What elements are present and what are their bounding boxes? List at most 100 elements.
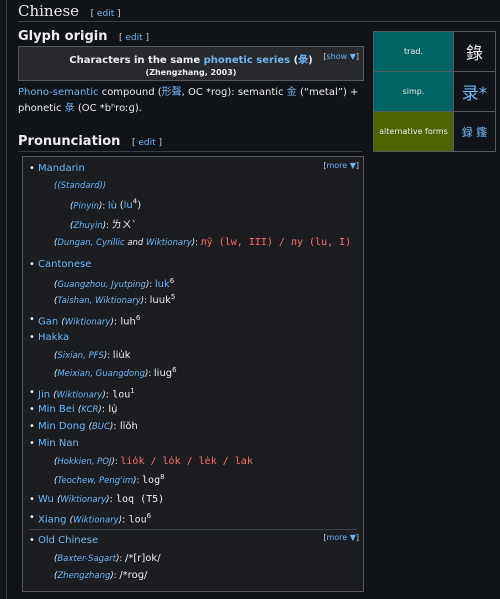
minbei-kcr[interactable]: KCR <box>81 405 98 415</box>
phono-semantic-link[interactable]: Phono-semantic <box>18 87 99 98</box>
gan-wiktionary[interactable]: Wiktionary <box>65 317 111 327</box>
glyph-origin-heading: Glyph origin [ edit ] <box>18 29 149 44</box>
pronunciation-box: [more ▼] • Mandarin ((Standard)) (Pinyin… <box>22 156 364 592</box>
minnan-link[interactable]: Min Nan <box>38 438 79 449</box>
xingsheng-link[interactable]: 形聲 <box>162 87 182 98</box>
glyph-origin-text: Phono-semantic compound (形聲, OC *roɡ): s… <box>18 85 358 117</box>
edit-glyph-link[interactable]: [ edit ] <box>119 33 149 43</box>
meixian-label[interactable]: Meixian, Guangdong <box>57 369 145 379</box>
teochew-label[interactable]: Teochew, Peng'im <box>57 476 133 486</box>
mindong-value: lĭŏh <box>119 421 138 432</box>
edit-pronunciation-link[interactable]: [ edit ] <box>132 138 162 148</box>
sixian-label[interactable]: Sixian, PFS <box>57 351 104 361</box>
xiang-value: lou <box>128 514 147 526</box>
old-chinese-link[interactable]: Old Chinese <box>38 535 98 546</box>
old-chinese-divider <box>29 529 357 530</box>
wu-value: loq (T5) <box>116 494 165 505</box>
jin-link[interactable]: Jin <box>38 389 50 400</box>
xiang-link[interactable]: Xiang <box>38 514 66 525</box>
minbei-link[interactable]: Min Bei <box>38 404 75 415</box>
dungan-label[interactable]: Dungan, Cyrillic <box>57 238 124 248</box>
hokkien-label[interactable]: Hokkien, POJ <box>57 457 111 467</box>
lu-phonetic-link[interactable]: 彔 <box>65 103 75 114</box>
pinyin-alt[interactable]: lu <box>124 200 133 211</box>
jin-value: lou <box>112 389 131 401</box>
zhuyin-row: (Zhuyin): ㄌㄨˋ <box>70 220 137 231</box>
gan-value: luh <box>120 316 136 328</box>
taishan-row: (Taishan, Wiktionary): luuk5 <box>54 293 176 306</box>
dungan-row: (Dungan, Cyrillic and Wiktionary): лў (l… <box>54 237 352 248</box>
trad-char[interactable]: 錄 <box>454 32 495 71</box>
bullet: • <box>29 314 35 325</box>
tone-sup: 6 <box>146 512 152 520</box>
bullet: • <box>29 259 35 270</box>
zhengzhang-value: /*roɡ/ <box>119 570 148 581</box>
more-toggle-2[interactable]: [more ▼] <box>323 533 359 542</box>
trad-label: trad. <box>374 32 454 71</box>
more-toggle-1[interactable]: [more ▼] <box>323 161 359 170</box>
bullet: • <box>29 421 35 432</box>
cantonese-link[interactable]: Cantonese <box>38 259 91 270</box>
glyph-text-b: , OC *roɡ): semantic <box>181 87 287 98</box>
bullet: • <box>29 163 35 174</box>
taishan-label[interactable]: Taishan, Wiktionary <box>57 296 140 306</box>
bullet: • <box>29 404 35 415</box>
hokkien-value: lio̍k / lo̍k / le̍k / lak <box>120 456 253 467</box>
tone-sup: 6 <box>135 314 141 322</box>
bullet: • <box>29 535 35 546</box>
mandarin-link[interactable]: Mandarin <box>38 163 85 174</box>
alt-forms-label: alternative forms <box>374 112 454 151</box>
pinyin-row: (Pinyin): lù (lu4) <box>70 198 142 212</box>
phonetic-series-box: Characters in the same phonetic series (… <box>18 46 364 81</box>
simp-char[interactable]: 录* <box>454 72 495 111</box>
jin-row: Jin (Wiktionary): lou1 <box>38 387 135 401</box>
pron-divider <box>18 151 362 152</box>
alt-forms-chars[interactable]: 録 𨯿 <box>454 112 495 151</box>
phonetic-series-link[interactable]: phonetic series <box>204 55 291 66</box>
dungan-wiktionary[interactable]: Wiktionary <box>146 238 192 248</box>
zhuyin-label[interactable]: Zhuyin <box>73 221 102 231</box>
jin-metal-link[interactable]: 金 <box>287 87 297 98</box>
guangzhou-label[interactable]: Guangzhou, Jyutping <box>57 280 146 290</box>
minbei-row: Min Bei (KCR): lṳ̀ <box>38 404 118 415</box>
teochew-value: log <box>142 474 161 486</box>
xiang-wiktionary[interactable]: Wiktionary <box>73 515 119 525</box>
jin-wiktionary[interactable]: Wiktionary <box>57 390 103 400</box>
phonetic-char-link[interactable]: 彔 <box>298 55 308 66</box>
meixian-value: liug <box>153 367 173 379</box>
pinyin-value[interactable]: lù <box>108 200 117 211</box>
wu-link[interactable]: Wu <box>38 494 54 505</box>
glyph-origin-title: Glyph origin <box>18 29 108 44</box>
wu-row: Wu (Wiktionary): loq (T5) <box>38 494 165 505</box>
bullet: • <box>29 512 35 523</box>
taishan-value: luuk <box>149 294 171 306</box>
left-border <box>6 0 7 599</box>
guangzhou-value[interactable]: luk <box>155 279 170 290</box>
hakka-link[interactable]: Hakka <box>38 332 69 343</box>
zhengzhang-label[interactable]: Zhengzhang <box>57 571 110 581</box>
pinyin-label[interactable]: Pinyin <box>73 201 99 211</box>
dungan-value: лў (lw, III) / лу (lu, I) <box>200 237 352 248</box>
phonetic-title-paren: ( <box>290 55 299 66</box>
wu-wiktionary[interactable]: Wiktionary <box>60 495 106 505</box>
simp-label: simp. <box>374 72 454 111</box>
phonetic-title-text: Characters in the same <box>69 55 204 66</box>
minbei-value: lṳ̀ <box>108 404 118 415</box>
show-toggle[interactable]: [show ▼] <box>323 52 359 61</box>
zhuyin-value: ㄌㄨˋ <box>111 220 137 231</box>
edit-chinese-link[interactable]: [ edit ] <box>91 9 121 19</box>
glyph-line-1: Phono-semantic compound (形聲, OC *roɡ): s… <box>18 85 358 101</box>
tone-sup: 6 <box>169 277 175 285</box>
meixian-row: (Meixian, Guangdong): liug6 <box>54 366 177 379</box>
language-heading: Chinese [ edit ] <box>18 2 121 20</box>
hokkien-row: (Hokkien, POJ): lio̍k / lo̍k / le̍k / la… <box>54 456 253 467</box>
heading-divider <box>18 21 500 22</box>
phonetic-title-close: ) <box>308 55 313 66</box>
mindong-buc[interactable]: BUC <box>92 422 110 432</box>
mindong-link[interactable]: Min Dong <box>38 421 85 432</box>
baxter-label[interactable]: Baxter-Sagart <box>57 554 116 564</box>
glyph-text-d: phonetic <box>18 103 65 114</box>
tone-sup: 8 <box>160 473 165 481</box>
gan-link[interactable]: Gan <box>38 316 58 327</box>
tone-sup: 6 <box>172 366 177 374</box>
